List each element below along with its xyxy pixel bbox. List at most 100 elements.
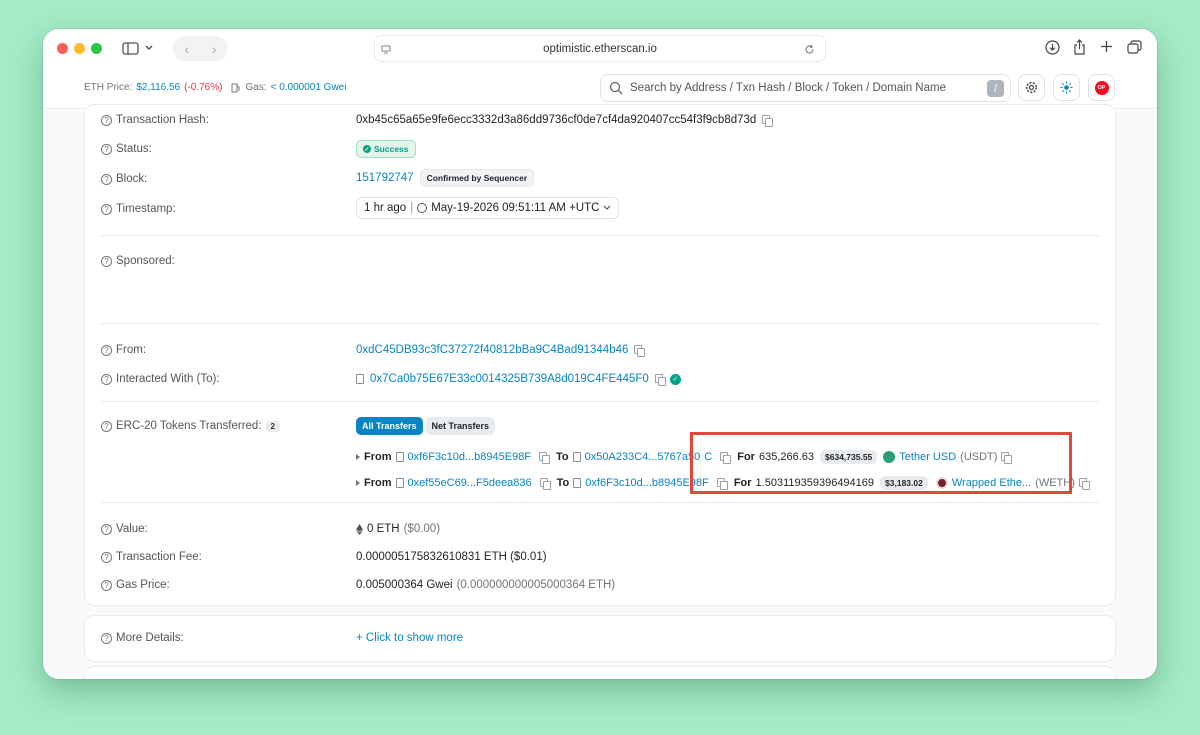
help-icon[interactable]: ? <box>101 173 112 185</box>
help-icon[interactable]: ? <box>101 344 112 356</box>
copy-icon[interactable] <box>634 345 646 357</box>
timestamp-value[interactable]: 1 hr ago | May-19-2026 09:51:11 AM +UTC <box>356 197 620 219</box>
more-details-card: ? More Details: + Click to show more <box>84 615 1116 662</box>
divider <box>101 401 1099 402</box>
transfer-from-link[interactable]: 0xef55eC69...F5deea836 <box>408 477 532 489</box>
gas-label: Gas: <box>245 82 267 93</box>
search-box[interactable]: Search by Address / Txn Hash / Block / T… <box>600 74 1011 102</box>
sidebar-toggle-button[interactable] <box>121 40 155 56</box>
network-button[interactable]: OP <box>1088 74 1115 101</box>
transfer-tabs: All Transfers Net Transfers <box>356 417 496 435</box>
block-status-badge: Confirmed by Sequencer <box>419 169 535 187</box>
close-window-button[interactable] <box>57 43 68 54</box>
divider <box>101 323 1099 324</box>
forward-icon[interactable]: › <box>212 41 217 57</box>
check-circle-icon: ✓ <box>363 145 371 153</box>
status-value: ✓ Success <box>356 140 416 158</box>
ethereum-icon <box>356 523 363 535</box>
transfer-to-link[interactable]: 0x50A233C4...5767a50 <box>585 451 701 463</box>
help-icon[interactable]: ? <box>101 420 112 432</box>
help-icon[interactable]: ? <box>101 114 112 126</box>
more-details-label: ? More Details: <box>101 632 184 644</box>
eth-price-label: ETH Price: <box>84 82 133 93</box>
nav-buttons: ‹ › <box>173 36 228 61</box>
more-details-value: + Click to show more <box>356 632 463 644</box>
gas-price-gwei: 0.005000364 Gwei <box>356 579 453 591</box>
tab-all-transfers[interactable]: All Transfers <box>356 417 423 435</box>
value-eth: 0 ETH <box>367 523 400 535</box>
to-keyword: To <box>556 477 570 489</box>
help-icon[interactable]: ? <box>101 579 112 591</box>
copy-icon[interactable] <box>654 374 666 386</box>
timestamp-dropdown[interactable]: 1 hr ago | May-19-2026 09:51:11 AM +UTC <box>356 197 620 219</box>
gas-value[interactable]: < 0.000001 Gwei <box>271 82 347 93</box>
copy-icon[interactable] <box>762 115 774 127</box>
tx-hash-label: ? Transaction Hash: <box>101 114 209 126</box>
contract-icon <box>573 478 582 488</box>
status-label: ? Status: <box>101 143 152 155</box>
highlight-box <box>690 432 1072 494</box>
help-icon[interactable]: ? <box>101 373 112 385</box>
show-more-link[interactable]: + Click to show more <box>356 632 463 644</box>
eth-price[interactable]: $2,116.56 <box>136 82 180 93</box>
caret-right-icon[interactable] <box>356 480 360 486</box>
timestamp-ago: 1 hr ago <box>364 202 407 214</box>
chevron-down-icon <box>145 45 153 50</box>
block-value: 151792747 Confirmed by Sequencer <box>356 169 535 187</box>
transaction-overview-card: ? Transaction Hash: 0xb45c65a65e9fe6ecc33… <box>84 104 1116 606</box>
block-link[interactable]: 151792747 <box>356 172 414 184</box>
page-icon <box>381 45 391 54</box>
back-icon[interactable]: ‹ <box>184 41 189 57</box>
to-value: 0x7Ca0b75E67E33c0014325B739A8d019C4FE445… <box>356 373 681 386</box>
share-icon[interactable] <box>1073 39 1086 55</box>
gas-price-eth: (0.000000000005000364 ETH) <box>456 579 616 591</box>
gas-price-label: ? Gas Price: <box>101 579 170 591</box>
tx-hash-value: 0xb45c65a65e9fe6ecc3332d3a86dd9736cf0de7… <box>356 114 774 127</box>
help-icon[interactable]: ? <box>101 255 112 267</box>
help-icon[interactable]: ? <box>101 551 112 563</box>
timestamp-separator: | <box>410 202 414 214</box>
tab-overview-icon[interactable] <box>1127 40 1142 54</box>
copy-icon[interactable] <box>1078 478 1090 490</box>
theme-button[interactable] <box>1053 74 1080 101</box>
to-label: ? Interacted With (To): <box>101 373 220 385</box>
contract-icon <box>395 478 404 488</box>
eth-change: (-0.76%) <box>184 82 223 93</box>
download-icon[interactable] <box>1045 40 1060 55</box>
url-text: optimistic.etherscan.io <box>543 42 657 55</box>
reload-icon[interactable] <box>804 44 815 55</box>
sidebar-icon <box>122 41 139 55</box>
from-keyword: From <box>364 477 392 489</box>
tx-hash: 0xb45c65a65e9fe6ecc3332d3a86dd9736cf0de7… <box>356 114 757 126</box>
timestamp-label: ? Timestamp: <box>101 203 176 215</box>
caret-right-icon[interactable] <box>356 454 360 460</box>
to-address-link[interactable]: 0x7Ca0b75E67E33c0014325B739A8d019C4FE445… <box>370 373 649 385</box>
from-value: 0xdC45DB93c3fC37272f40812bBa9C4Bad91344b… <box>356 344 646 357</box>
search-shortcut-badge: / <box>987 80 1004 97</box>
tab-net-transfers[interactable]: Net Transfers <box>425 417 496 435</box>
transfer-from-link[interactable]: 0xf6F3c10d...b8945E98F <box>408 451 532 463</box>
from-address-link[interactable]: 0xdC45DB93c3fC37272f40812bBa9C4Bad91344b… <box>356 344 628 356</box>
copy-icon[interactable] <box>539 478 551 490</box>
url-bar[interactable]: optimistic.etherscan.io <box>374 35 826 62</box>
copy-icon[interactable] <box>539 452 551 464</box>
clock-icon <box>417 203 428 213</box>
fee-label: ? Transaction Fee: <box>101 551 202 563</box>
divider <box>101 502 1099 503</box>
zoom-window-button[interactable] <box>91 43 102 54</box>
search-input[interactable]: Search by Address / Txn Hash / Block / T… <box>630 82 946 94</box>
help-icon[interactable]: ? <box>101 632 112 644</box>
help-icon[interactable]: ? <box>101 523 112 535</box>
search-icon <box>609 81 623 95</box>
fee-value: 0.000005175832610831 ETH ($0.01) <box>356 551 547 563</box>
help-icon[interactable]: ? <box>101 143 112 155</box>
value-usd: ($0.00) <box>403 523 441 535</box>
contract-icon <box>356 374 364 384</box>
divider <box>101 235 1099 236</box>
browser-window: ‹ › optimistic.etherscan.io ETH Price: $… <box>43 29 1157 679</box>
help-icon[interactable]: ? <box>101 203 112 215</box>
minimize-window-button[interactable] <box>74 43 85 54</box>
new-tab-icon[interactable] <box>1100 40 1113 53</box>
settings-button[interactable] <box>1018 74 1045 101</box>
from-keyword: From <box>364 451 392 463</box>
